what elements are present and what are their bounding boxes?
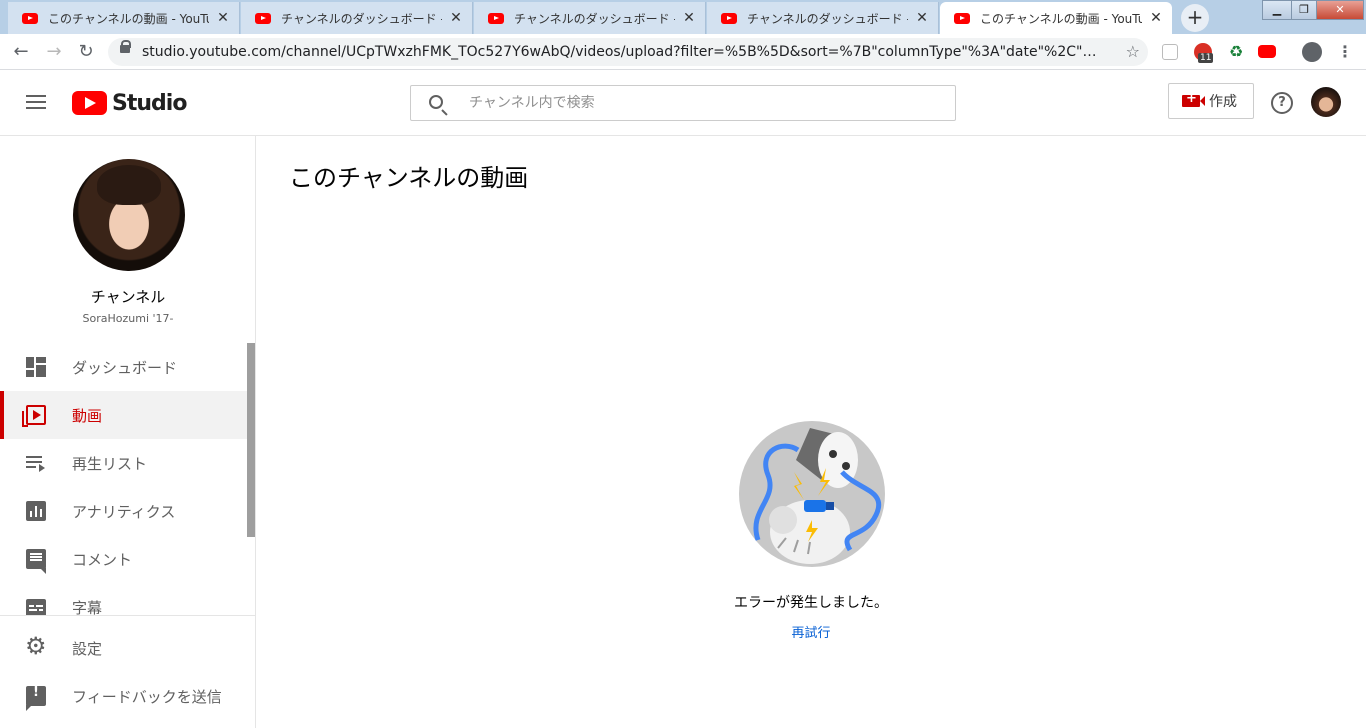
video-icon [22,405,46,427]
page-title: このチャンネルの動画 [289,164,529,192]
youtube-favicon-icon [721,12,737,24]
browser-toolbar: ← → ↻ studio.youtube.com/channel/UCpTWxz… [0,34,1366,70]
create-video-icon [1182,91,1205,107]
recycle-extension-icon[interactable]: ♻ [1227,43,1245,61]
logo-text: Studio [112,90,187,116]
tab-close-icon[interactable]: ✕ [914,10,930,26]
channel-avatar[interactable] [73,159,185,271]
hamburger-menu-icon[interactable] [26,95,46,109]
browser-tab-3[interactable]: チャンネルのダッシュボード - YouTube Studio ✕ [474,2,706,34]
sidebar-item-dashboard[interactable]: ダッシュボード [0,343,247,391]
search-input[interactable] [467,86,937,120]
close-window-button[interactable]: ✕ [1316,0,1364,20]
browser-tab-5-active[interactable]: このチャンネルの動画 - YouTube Studio ✕ [940,2,1172,34]
studio-logo[interactable]: Studio [72,90,187,116]
create-label: 作成 [1209,94,1237,110]
youtube-favicon-icon [22,12,38,24]
channel-search [410,85,956,121]
tab-title: このチャンネルの動画 - YouTube Studio [48,11,209,26]
error-message: エラーが発生しました。 [734,595,888,611]
youtube-extension-icon[interactable] [1258,45,1276,58]
sidebar-item-label: ダッシュボード [72,358,178,377]
sidebar-item-subtitles[interactable]: 字幕 [0,583,247,615]
minimize-window-button[interactable]: ▁ [1262,0,1292,20]
browser-tab-2[interactable]: チャンネルのダッシュボード - YouTube Studio ✕ [241,2,473,34]
retry-link[interactable]: 再試行 [256,622,1366,641]
extension-badge-icon[interactable]: 11 [1194,43,1214,63]
youtube-favicon-icon [255,12,271,24]
maximize-window-button[interactable]: ❐ [1291,0,1317,20]
tab-title: このチャンネルの動画 - YouTube Studio [980,11,1142,26]
star-icon[interactable]: ☆ [1126,38,1140,66]
reload-icon[interactable]: ↻ [74,40,98,64]
sidebar-item-label: コメント [72,550,133,569]
youtube-favicon-icon [954,12,970,24]
sidebar-item-settings[interactable]: 設定 [0,624,256,672]
sidebar-bottom-nav: 設定 フィードバックを送信 [0,615,256,720]
lock-icon [120,40,131,53]
channel-handle: SoraHozumi '17- [82,312,174,325]
tab-close-icon[interactable]: ✕ [1148,10,1164,26]
browser-tab-4[interactable]: チャンネルのダッシュボード - YouTube Studio ✕ [707,2,939,34]
tab-close-icon[interactable]: ✕ [215,10,231,26]
dashboard-icon [26,357,46,377]
address-bar[interactable]: studio.youtube.com/channel/UCpTWxzhFMK_T… [108,38,1148,66]
analytics-icon [26,501,46,521]
error-illustration [739,421,885,567]
channel-label: チャンネル [90,288,166,306]
tab-title: チャンネルのダッシュボード - YouTube Studio [747,11,908,26]
forward-icon[interactable]: → [42,40,66,64]
browser-tab-strip: このチャンネルの動画 - YouTube Studio ✕ チャンネルのダッシュ… [0,0,1366,34]
sidebar-item-playlists[interactable]: 再生リスト [0,439,247,487]
sidebar-item-label: アナリティクス [72,502,176,521]
search-icon [429,95,443,109]
sidebar-item-label: 字幕 [72,598,103,616]
sidebar-item-comments[interactable]: コメント [0,535,247,583]
back-icon[interactable]: ← [9,40,33,64]
new-tab-button[interactable]: + [1181,4,1209,32]
tab-close-icon[interactable]: ✕ [448,10,464,26]
sidebar-item-videos[interactable]: 動画 [0,391,247,439]
sidebar-item-label: 設定 [72,639,103,658]
studio-header: Studio 作成 ? [0,70,1366,136]
youtube-favicon-icon [488,12,504,24]
account-avatar[interactable] [1311,87,1341,117]
playlist-icon [26,453,46,473]
youtube-logo-icon [72,91,107,115]
comment-icon [26,549,46,574]
sidebar: チャンネル SoraHozumi '17- ダッシュボード 動画 再生リスト ア… [0,136,256,728]
sidebar-item-label: フィードバックを送信 [72,687,222,706]
create-button[interactable]: 作成 [1168,83,1254,119]
sidebar-item-analytics[interactable]: アナリティクス [0,487,247,535]
sidebar-scrollbar[interactable] [247,343,255,537]
gear-icon [25,632,47,660]
main-content: このチャンネルの動画 エラーが発生しました。 再試行 [256,136,1366,728]
subtitles-icon [26,599,46,615]
sidebar-nav: ダッシュボード 動画 再生リスト アナリティクス コメント 字幕 [0,343,247,615]
extension-page-icon[interactable] [1162,44,1178,60]
browser-tab-1[interactable]: このチャンネルの動画 - YouTube Studio ✕ [8,2,240,34]
url-text[interactable]: studio.youtube.com/channel/UCpTWxzhFMK_T… [142,38,1102,66]
sidebar-item-label: 動画 [72,406,103,425]
account-icon[interactable] [1302,42,1322,62]
sidebar-item-label: 再生リスト [72,454,148,473]
sidebar-item-send-feedback[interactable]: フィードバックを送信 [0,672,256,720]
menu-icon[interactable]: ⋮ [1336,43,1354,61]
extension-badge-count: 11 [1198,53,1214,63]
help-icon[interactable]: ? [1271,92,1293,114]
tab-close-icon[interactable]: ✕ [681,10,697,26]
tab-title: チャンネルのダッシュボード - YouTube Studio [281,11,442,26]
feedback-icon [26,685,46,711]
tab-title: チャンネルのダッシュボード - YouTube Studio [514,11,675,26]
